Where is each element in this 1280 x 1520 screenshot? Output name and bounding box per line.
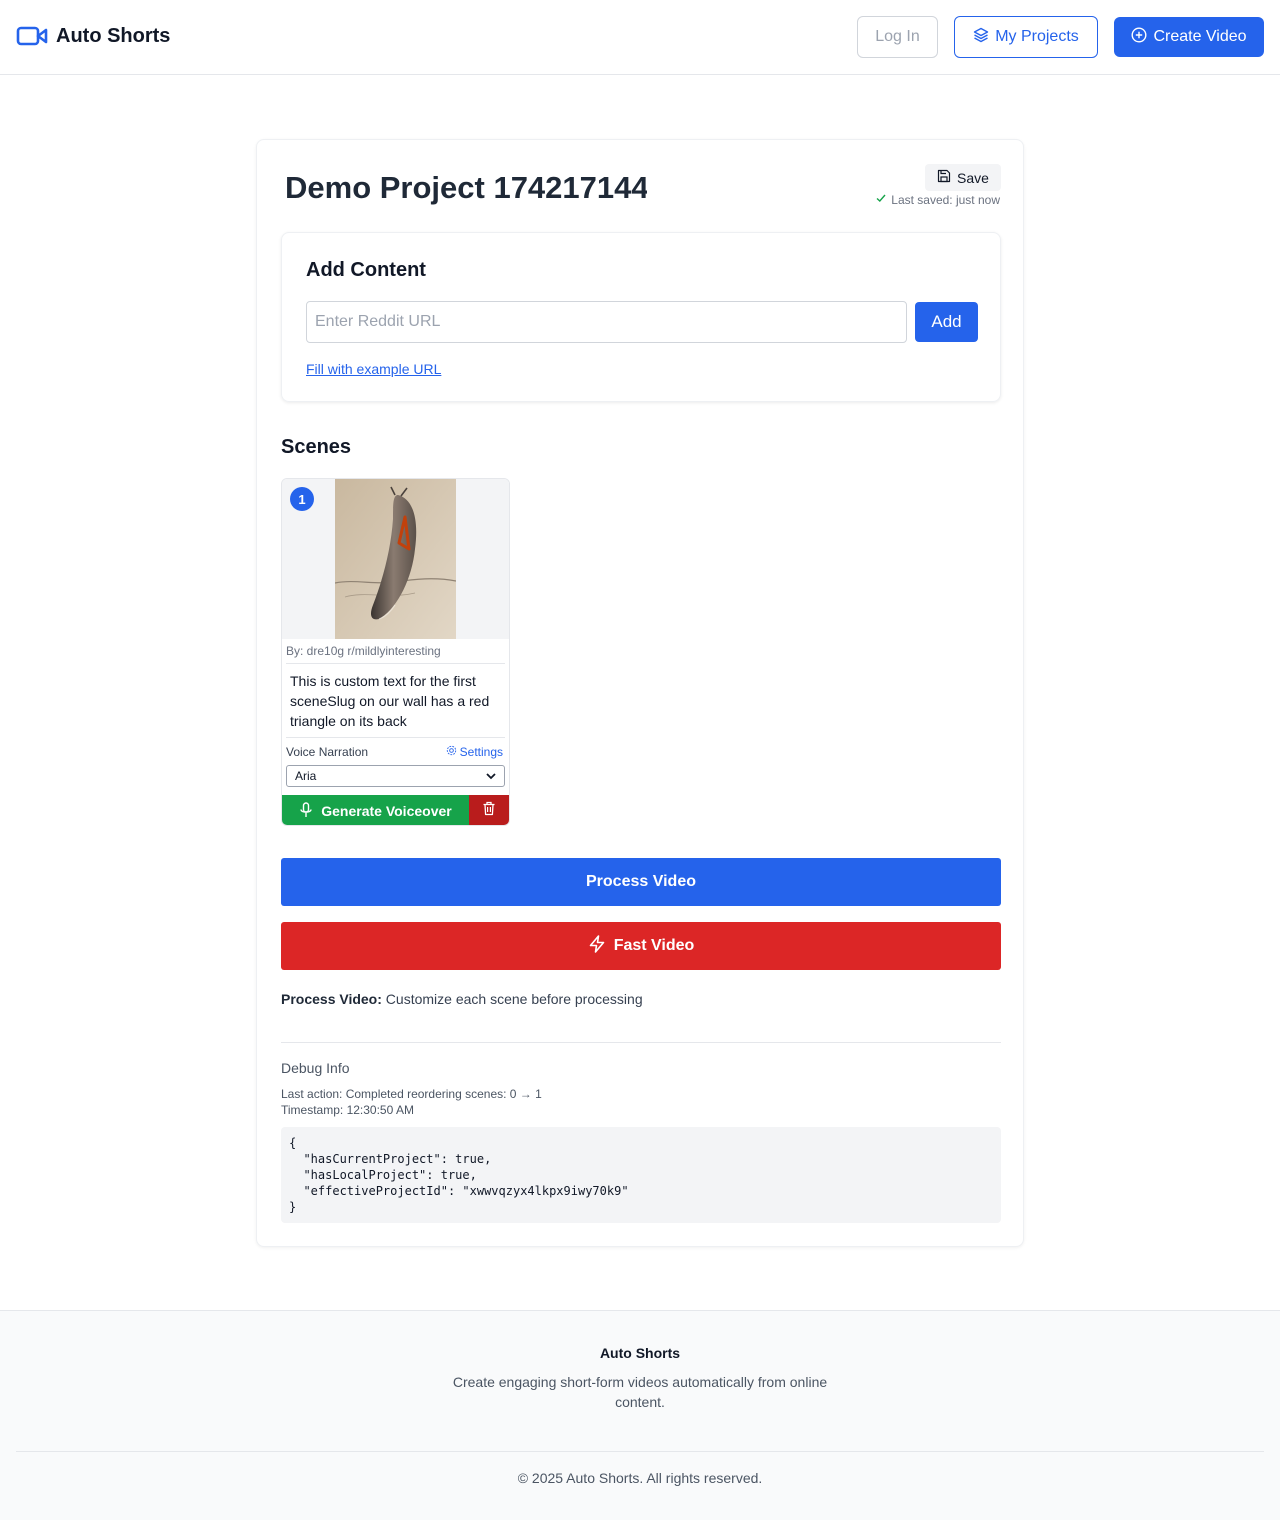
fast-video-button[interactable]: Fast Video: [281, 922, 1001, 970]
brand[interactable]: Auto Shorts: [16, 24, 170, 48]
process-note: Process Video: Customize each scene befo…: [281, 991, 643, 1007]
scene-card[interactable]: 1 By: dre10g r/mildlyinteresting This is…: [281, 478, 510, 826]
slug-photo: [335, 479, 456, 639]
lightning-icon: [588, 934, 606, 958]
process-note-text: Customize each scene before processing: [381, 991, 643, 1007]
debug-timestamp: Timestamp: 12:30:50 AM: [281, 1103, 414, 1117]
footer-title: Auto Shorts: [599, 1345, 681, 1361]
process-video-button[interactable]: Process Video: [281, 858, 1001, 906]
microphone-icon: [299, 801, 313, 821]
generate-voiceover-label: Generate Voiceover: [321, 803, 452, 819]
generate-voiceover-button[interactable]: Generate Voiceover: [282, 795, 469, 825]
plus-circle-icon: [1131, 26, 1147, 48]
settings-label: Settings: [459, 745, 503, 759]
add-url-button[interactable]: Add: [915, 302, 978, 342]
fast-video-label: Fast Video: [613, 937, 695, 954]
scene-author: By: dre10g r/mildlyinteresting: [286, 644, 441, 658]
scenes-title: Scenes: [281, 436, 352, 458]
my-projects-button[interactable]: My Projects: [954, 16, 1098, 58]
last-saved-text: Last saved: just now: [891, 192, 1000, 207]
floppy-disk-icon: [937, 169, 951, 186]
login-label: Log In: [875, 28, 920, 45]
scene-image: 1: [282, 479, 509, 639]
process-video-label: Process Video: [586, 873, 696, 890]
check-icon: [875, 192, 887, 207]
voice-selected-value: Aria: [295, 769, 317, 783]
project-title[interactable]: Demo Project 1742171441: [285, 168, 647, 208]
voice-settings-button[interactable]: Settings: [446, 745, 503, 759]
create-video-button[interactable]: Create Video: [1114, 17, 1264, 57]
fill-example-link[interactable]: Fill with example URL: [306, 361, 441, 377]
divider: [286, 663, 505, 664]
scene-text[interactable]: This is custom text for the first sceneS…: [290, 671, 505, 731]
chevron-down-icon: [486, 769, 496, 783]
layers-icon: [973, 27, 989, 48]
video-camera-icon: [16, 24, 48, 48]
brand-name: Auto Shorts: [56, 24, 171, 47]
save-button[interactable]: Save: [925, 164, 1001, 191]
footer-copyright: © 2025 Auto Shorts. All rights reserved.: [517, 1470, 763, 1486]
last-saved-status: Last saved: just now: [875, 192, 1000, 207]
footer: Auto Shorts Create engaging short-form v…: [0, 1310, 1280, 1520]
debug-last-action: Last action: Completed reordering scenes…: [281, 1087, 542, 1101]
my-projects-label: My Projects: [995, 28, 1079, 45]
add-content-panel: Add Content Add Fill with example URL: [281, 232, 1001, 402]
add-url-label: Add: [931, 312, 962, 331]
trash-icon: [482, 801, 496, 821]
footer-description: Create engaging short-form videos automa…: [452, 1374, 828, 1410]
add-content-title: Add Content: [306, 259, 426, 281]
debug-json: { "hasCurrentProject": true, "hasLocalPr…: [281, 1127, 1001, 1223]
create-video-label: Create Video: [1153, 28, 1247, 45]
project-card: Demo Project 1742171441 Save Last saved:…: [256, 139, 1024, 1247]
login-button[interactable]: Log In: [857, 16, 938, 58]
delete-scene-button[interactable]: [469, 795, 509, 825]
save-label: Save: [957, 169, 989, 186]
reddit-url-input[interactable]: [306, 301, 907, 343]
scene-number-badge[interactable]: 1: [290, 487, 314, 511]
divider: [281, 1042, 1001, 1043]
divider: [16, 1451, 1264, 1452]
voice-select[interactable]: Aria: [286, 765, 505, 787]
top-nav: Auto Shorts Log In My Projects Create Vi…: [0, 0, 1280, 75]
divider: [286, 737, 505, 738]
debug-title: Debug Info: [281, 1060, 350, 1076]
voice-narration-label: Voice Narration: [286, 745, 369, 759]
process-note-bold: Process Video:: [281, 991, 382, 1007]
gear-icon: [446, 745, 457, 759]
